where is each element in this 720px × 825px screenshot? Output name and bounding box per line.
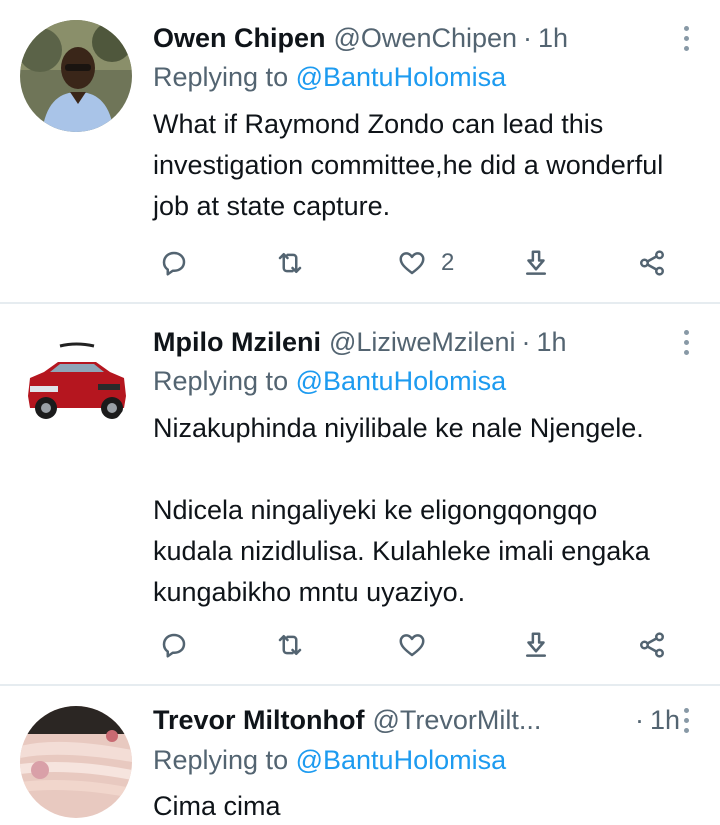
share-button[interactable] [637,628,667,662]
like-icon [399,634,425,657]
replying-to: Replying to @BantuHolomisa [153,62,506,93]
tweet-paragraph: Nizakuphinda niyilibale ke nale Njengele… [153,413,644,443]
share-icon [640,250,664,276]
replying-prefix: Replying to [153,62,289,92]
avatar[interactable] [20,706,132,818]
avatar-photo [20,324,132,436]
user-handle[interactable]: @LiziweMzileni [329,327,515,358]
timestamp[interactable]: 1h [650,705,680,736]
tweet[interactable]: Trevor Miltonhof @TrevorMilt... · 1h Rep… [0,686,720,825]
replying-prefix: Replying to [153,366,289,396]
avatar-photo [20,706,132,818]
tweet[interactable]: Mpilo Mzileni @LiziweMzileni · 1h Replyi… [0,304,720,684]
reply-button[interactable] [159,246,189,280]
action-bar: 2 [153,246,693,280]
share-button[interactable] [637,246,667,280]
tweet-header: Owen Chipen @OwenChipen · 1h [153,21,680,55]
bookmark-button[interactable] [521,628,551,662]
more-icon[interactable] [678,21,694,55]
tweet-text: What if Raymond Zondo can lead this inve… [153,104,673,227]
replying-to: Replying to @BantuHolomisa [153,366,506,397]
timestamp[interactable]: 1h [538,23,568,54]
like-icon [399,252,425,275]
replying-prefix: Replying to [153,745,289,775]
share-icon [640,632,664,658]
like-button[interactable] [397,628,427,662]
avatar-photo [20,20,132,132]
reply-icon [162,633,186,658]
bookmark-button[interactable] [521,246,551,280]
timestamp[interactable]: 1h [536,327,566,358]
separator-dot: · [634,704,644,735]
retweet-icon [278,635,302,655]
display-name[interactable]: Trevor Miltonhof [153,705,365,736]
tweet-text: Nizakuphinda niyilibale ke nale Njengele… [153,408,703,613]
display-name[interactable]: Mpilo Mzileni [153,327,321,358]
separator-dot: · [521,326,531,357]
tweet-header: Trevor Miltonhof @TrevorMilt... · 1h [153,703,680,737]
display-name[interactable]: Owen Chipen [153,23,326,54]
user-handle[interactable]: @OwenChipen [334,23,518,54]
replying-handle-link[interactable]: @BantuHolomisa [296,745,507,775]
bookmark-icon [526,250,546,275]
retweet-button[interactable] [275,246,305,280]
tweet-paragraph: Ndicela ningaliyeki ke eligongqongqo kud… [153,495,650,607]
tweet-header: Mpilo Mzileni @LiziweMzileni · 1h [153,325,680,359]
tweet-text: Cima cima [153,786,703,825]
replying-to: Replying to @BantuHolomisa [153,745,506,776]
tweet-text-line: Cima cima [153,791,281,821]
retweet-icon [278,253,302,273]
more-icon[interactable] [678,325,694,359]
separator-dot: · [523,22,533,53]
like-button[interactable]: 2 [397,246,454,280]
reply-icon [162,251,186,276]
user-handle[interactable]: @TrevorMilt... [373,705,635,736]
replying-handle-link[interactable]: @BantuHolomisa [296,62,507,92]
bookmark-icon [526,632,546,657]
avatar[interactable] [20,324,132,436]
tweet-text-line: What if Raymond Zondo can lead this inve… [153,109,664,221]
retweet-button[interactable] [275,628,305,662]
reply-button[interactable] [159,628,189,662]
replying-handle-link[interactable]: @BantuHolomisa [296,366,507,396]
more-icon[interactable] [678,703,694,737]
avatar[interactable] [20,20,132,132]
action-bar [153,628,693,662]
tweet[interactable]: Owen Chipen @OwenChipen · 1h Replying to… [0,0,720,302]
like-count: 2 [441,249,455,276]
